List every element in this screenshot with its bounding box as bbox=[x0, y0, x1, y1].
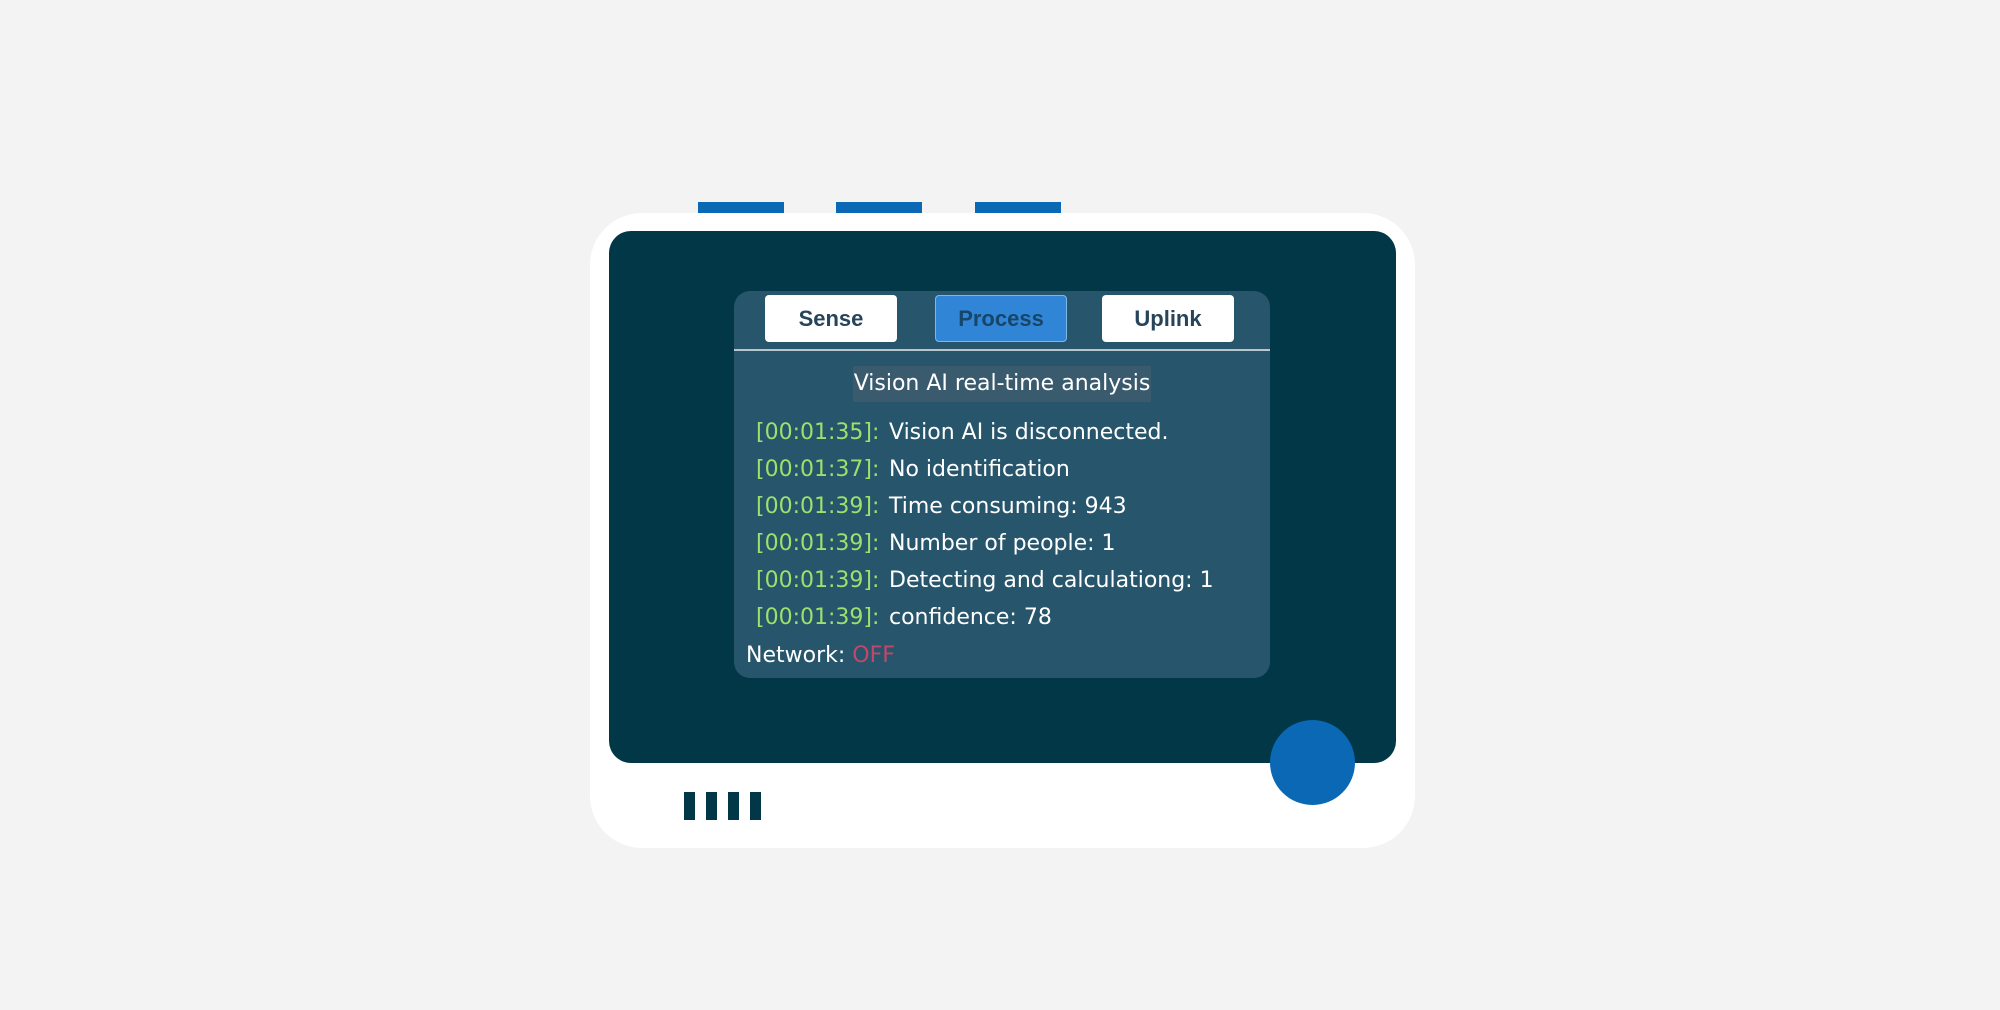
log-message: Detecting and calculationg: 1 bbox=[889, 568, 1214, 593]
log-entry: [00:01:35]: Vision AI is disconnected. bbox=[756, 414, 1256, 451]
log-timestamp: [00:01:39]: bbox=[756, 605, 880, 630]
speaker-grille-bar bbox=[706, 792, 717, 820]
tab-bar: Sense Process Uplink bbox=[734, 291, 1270, 351]
stage: Sense Process Uplink Vision AI real-time… bbox=[0, 0, 2000, 1010]
network-state: OFF bbox=[852, 643, 895, 668]
log-message: Time consuming: 943 bbox=[889, 494, 1127, 519]
log-message: confidence: 78 bbox=[889, 605, 1052, 630]
tab-process[interactable]: Process bbox=[935, 295, 1067, 342]
speaker-grille-bar bbox=[684, 792, 695, 820]
log-timestamp: [00:01:35]: bbox=[756, 420, 880, 445]
log-entry: [00:01:39]: confidence: 78 bbox=[756, 599, 1256, 636]
log-entry: [00:01:39]: Number of people: 1 bbox=[756, 525, 1256, 562]
tab-sense[interactable]: Sense bbox=[765, 295, 897, 342]
screen-title-text: Vision AI real-time analysis bbox=[852, 366, 1152, 402]
log-entry: [00:01:39]: Time consuming: 943 bbox=[756, 488, 1256, 525]
log-timestamp: [00:01:37]: bbox=[756, 457, 880, 482]
network-status: Network: OFF bbox=[746, 640, 895, 672]
log-timestamp: [00:01:39]: bbox=[756, 494, 880, 519]
log-message: No identification bbox=[889, 457, 1070, 482]
screen-title: Vision AI real-time analysis bbox=[734, 366, 1270, 402]
speaker-grille-bar bbox=[728, 792, 739, 820]
log-list: [00:01:35]: Vision AI is disconnected. [… bbox=[756, 414, 1256, 636]
round-hardware-button[interactable] bbox=[1270, 720, 1355, 805]
log-entry: [00:01:39]: Detecting and calculationg: … bbox=[756, 562, 1256, 599]
device-screen: Sense Process Uplink Vision AI real-time… bbox=[734, 291, 1270, 678]
log-timestamp: [00:01:39]: bbox=[756, 568, 880, 593]
tab-uplink[interactable]: Uplink bbox=[1102, 295, 1234, 342]
log-entry: [00:01:37]: No identification bbox=[756, 451, 1256, 488]
speaker-grille-bar bbox=[750, 792, 761, 820]
log-message: Number of people: 1 bbox=[889, 531, 1116, 556]
network-label: Network: bbox=[746, 643, 846, 668]
log-message: Vision AI is disconnected. bbox=[889, 420, 1169, 445]
log-timestamp: [00:01:39]: bbox=[756, 531, 880, 556]
